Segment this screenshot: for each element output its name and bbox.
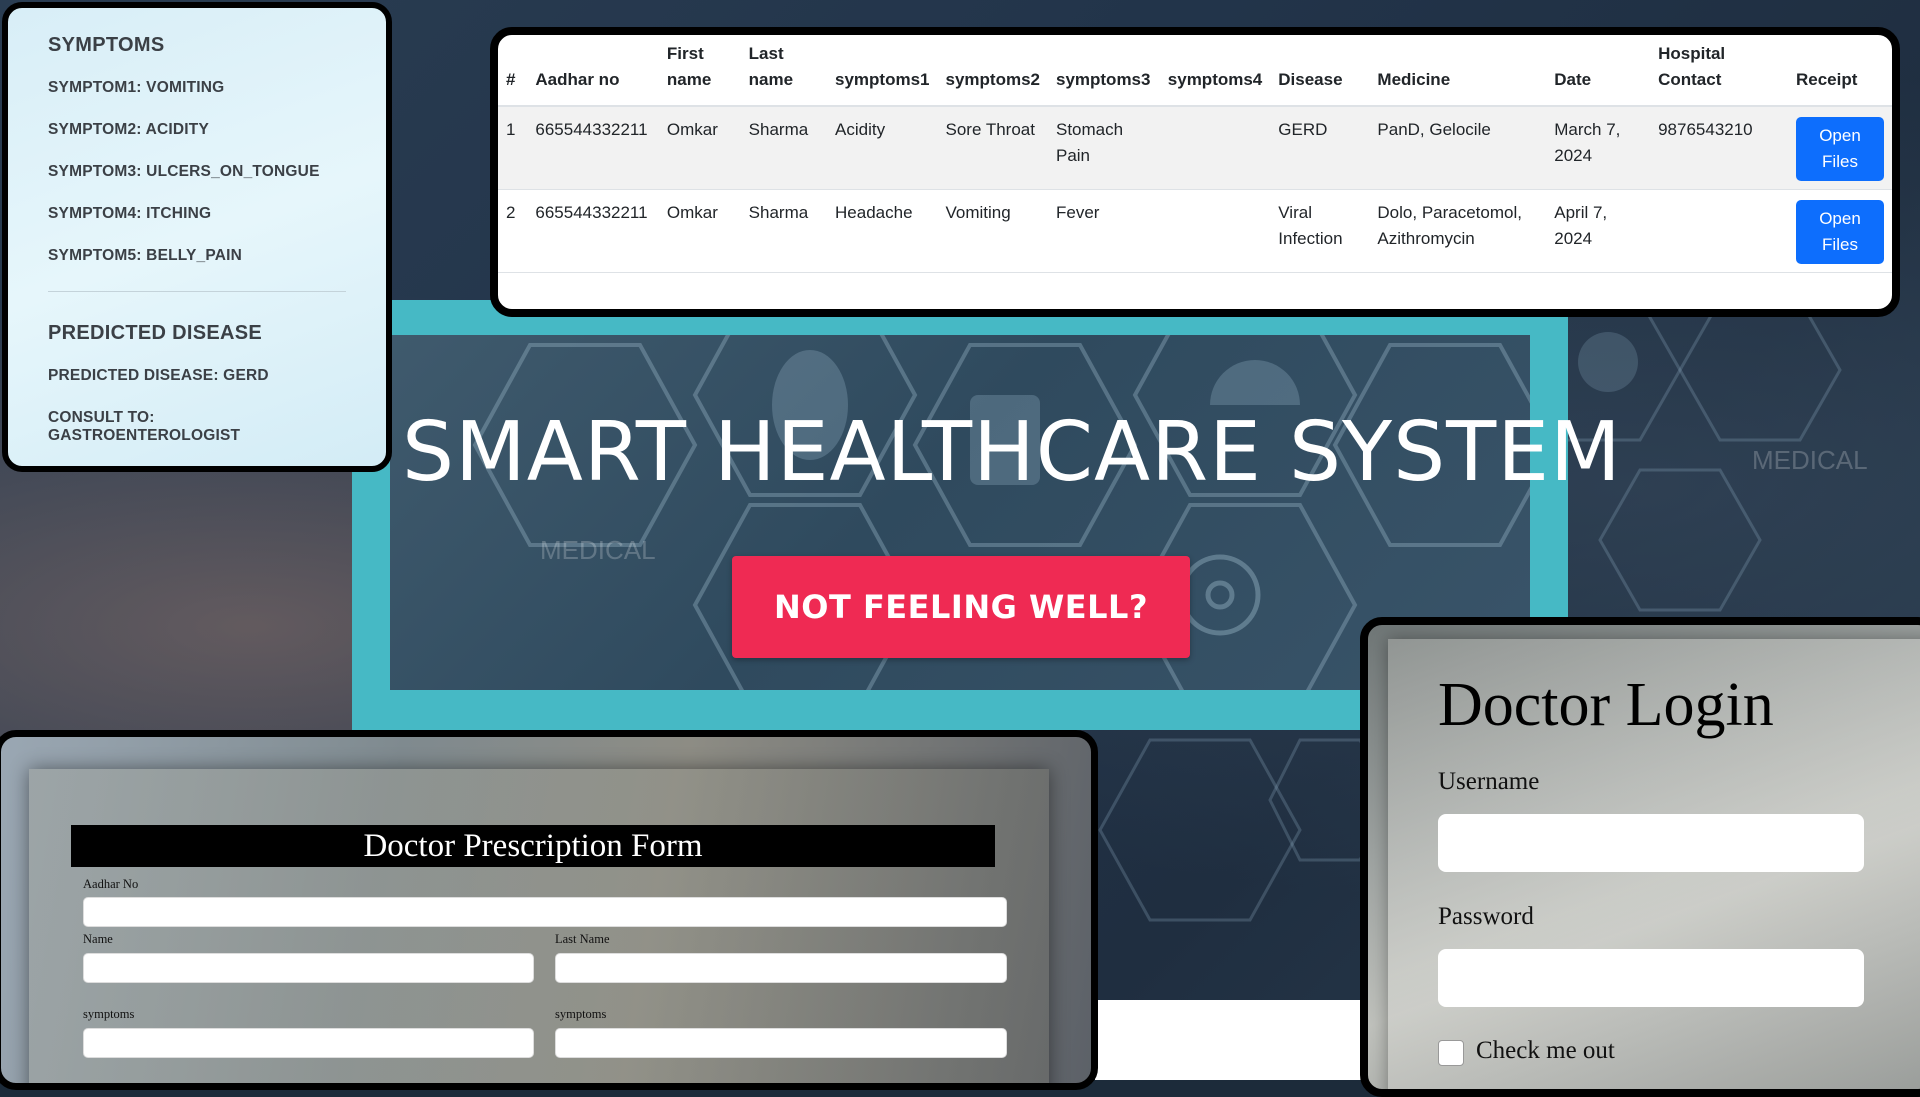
column-header: # xyxy=(498,35,528,107)
column-header: symptoms3 xyxy=(1047,35,1160,107)
symptom4-cell xyxy=(1159,106,1271,190)
symptom2-cell: Vomiting xyxy=(937,189,1048,273)
disease-cell: Viral Infection xyxy=(1270,189,1370,273)
consult-specialist: CONSULT TO: GASTROENTEROLOGIST xyxy=(48,409,241,444)
table-header-row: # Aadhar no First name Last name symptom… xyxy=(498,35,1892,107)
receipt-cell: Open Files xyxy=(1788,106,1892,190)
symptoms-heading: SYMPTOMS xyxy=(48,34,165,56)
symptoms-label: symptoms xyxy=(83,1007,135,1021)
date-cell: March 7, 2024 xyxy=(1546,106,1651,190)
aadhar-cell: 665544332211 xyxy=(527,106,659,190)
contact-cell: 9876543210 xyxy=(1650,106,1788,190)
symptoms-input[interactable] xyxy=(83,1028,534,1058)
doctor-login-title: Doctor Login xyxy=(1438,671,1774,739)
prescription-form-title: Doctor Prescription Form xyxy=(71,825,995,867)
last-name-label: Last Name xyxy=(555,932,610,946)
column-header: symptoms2 xyxy=(937,35,1048,107)
watermark-text: MEDICAL xyxy=(1752,445,1868,475)
aadhar-input[interactable] xyxy=(83,897,1007,927)
table-row: 1 665544332211 Omkar Sharma Acidity Sore… xyxy=(498,106,1892,190)
open-files-button[interactable]: Open Files xyxy=(1796,200,1884,264)
column-header: Hospital Contact xyxy=(1650,35,1788,107)
medicine-cell: Dolo, Paracetomol, Azithromycin xyxy=(1369,189,1547,273)
table-row: 2 665544332211 Omkar Sharma Headache Vom… xyxy=(498,189,1892,273)
aadhar-cell: 665544332211 xyxy=(527,189,659,273)
check-me-out-label: Check me out xyxy=(1476,1037,1615,1064)
username-input[interactable] xyxy=(1438,814,1864,872)
column-header: symptoms1 xyxy=(827,35,938,107)
medicine-cell: PanD, Gelocile xyxy=(1369,106,1547,190)
symptom3-cell: Fever xyxy=(1047,189,1160,273)
column-header: Date xyxy=(1546,35,1651,107)
predicted-disease-heading: PREDICTED DISEASE xyxy=(48,322,263,344)
symptom3-cell: Stomach Pain xyxy=(1047,106,1160,190)
column-header: Last name xyxy=(740,35,828,107)
contact-cell xyxy=(1650,189,1788,273)
first-name-cell: Omkar xyxy=(658,189,741,273)
last-name-cell: Sharma xyxy=(740,106,828,190)
symptom1-cell: Headache xyxy=(827,189,938,273)
password-input[interactable] xyxy=(1438,949,1864,1007)
patient-records-table: # Aadhar no First name Last name symptom… xyxy=(498,35,1892,273)
page-background-strip xyxy=(1095,1000,1365,1080)
not-feeling-well-button[interactable]: NOT FEELING WELL? xyxy=(732,556,1190,658)
date-cell: April 7, 2024 xyxy=(1546,189,1651,273)
username-label: Username xyxy=(1438,768,1540,795)
symptom2-cell: Sore Throat xyxy=(937,106,1048,190)
predicted-disease: PREDICTED DISEASE: GERD xyxy=(48,367,269,384)
column-header: Receipt xyxy=(1788,35,1892,107)
column-header: First name xyxy=(658,35,741,107)
symptom-item: SYMPTOM5: BELLY_PAIN xyxy=(48,247,243,264)
last-name-input[interactable] xyxy=(555,953,1007,983)
disease-cell: GERD xyxy=(1270,106,1370,190)
last-name-cell: Sharma xyxy=(740,189,828,273)
column-header: Aadhar no xyxy=(527,35,659,107)
check-me-out-checkbox[interactable] xyxy=(1438,1040,1464,1066)
symptom-item: SYMPTOM4: ITCHING xyxy=(48,205,212,222)
symptom-item: SYMPTOM1: VOMITING xyxy=(48,79,225,96)
row-number: 1 xyxy=(498,106,528,190)
receipt-cell: Open Files xyxy=(1788,189,1892,273)
first-name-cell: Omkar xyxy=(658,106,741,190)
symptom1-cell: Acidity xyxy=(827,106,938,190)
hero-title: SMART HEALTHCARE SYSTEM xyxy=(402,405,1622,500)
name-input[interactable] xyxy=(83,953,534,983)
prescription-form-card: Doctor Prescription Form Aadhar No Name … xyxy=(0,730,1098,1090)
password-label: Password xyxy=(1438,903,1534,930)
name-label: Name xyxy=(83,932,113,946)
aadhar-label: Aadhar No xyxy=(83,877,139,891)
symptoms-panel: SYMPTOMS SYMPTOM1: VOMITING SYMPTOM2: AC… xyxy=(2,2,392,472)
column-header: Medicine xyxy=(1369,35,1547,107)
watermark-text: MEDICAL xyxy=(540,535,656,565)
symptoms-label: symptoms xyxy=(555,1007,607,1021)
patient-records-card: # Aadhar no First name Last name symptom… xyxy=(490,27,1900,317)
open-files-button[interactable]: Open Files xyxy=(1796,117,1884,181)
row-number: 2 xyxy=(498,189,528,273)
symptom-item: SYMPTOM3: ULCERS_ON_TONGUE xyxy=(48,163,320,180)
symptom-item: SYMPTOM2: ACIDITY xyxy=(48,121,209,138)
symptom4-cell xyxy=(1159,189,1271,273)
divider xyxy=(48,291,346,292)
column-header: Disease xyxy=(1270,35,1370,107)
symptoms-input[interactable] xyxy=(555,1028,1007,1058)
column-header: symptoms4 xyxy=(1159,35,1271,107)
